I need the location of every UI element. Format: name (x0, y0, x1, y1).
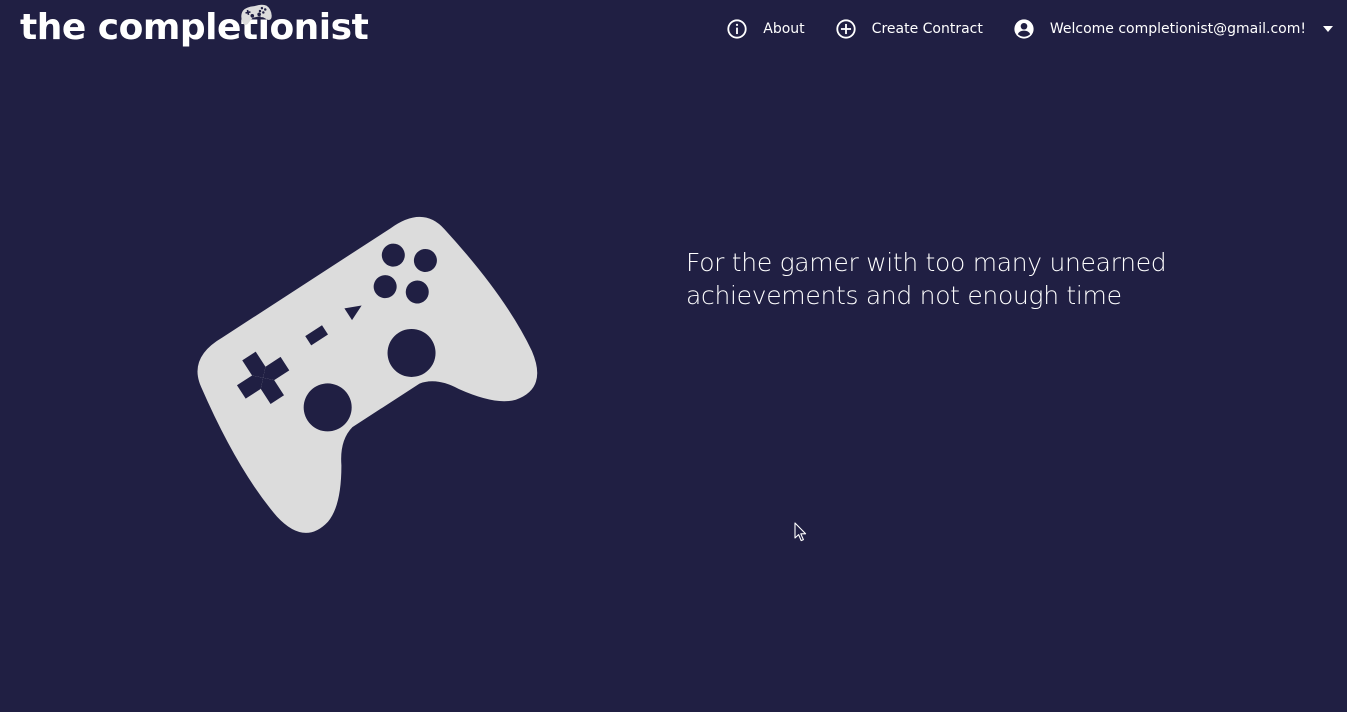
gamepad-icon (197, 216, 538, 533)
account-circle-icon (1014, 19, 1034, 39)
info-circle-icon (727, 19, 747, 39)
nav-about-link[interactable]: About (726, 14, 805, 44)
nav-about-label: About (763, 21, 805, 37)
brand-home-link[interactable]: the completionist (20, 4, 369, 54)
caret-down-icon[interactable] (1323, 26, 1333, 32)
nav-create-contract-link[interactable]: Create Contract (835, 14, 983, 44)
gamepad-icon (241, 4, 272, 25)
nav-create-contract-label: Create Contract (871, 21, 983, 37)
brand-title: the completionist (20, 7, 369, 48)
hero-tagline: For the gamer with too many unearned ach… (686, 248, 1167, 310)
nav-user-label: Welcome completionist@gmail.com! (1049, 21, 1306, 37)
plus-circle-icon (836, 19, 856, 39)
mouse-cursor-icon (794, 522, 807, 542)
nav-links: About Create Contract Welcome completion… (726, 14, 1333, 44)
page: the completionist About Create Contract … (0, 0, 1347, 712)
nav-user-menu[interactable]: Welcome completionist@gmail.com! (1013, 14, 1333, 44)
navbar: the completionist About Create Contract … (0, 0, 1347, 58)
